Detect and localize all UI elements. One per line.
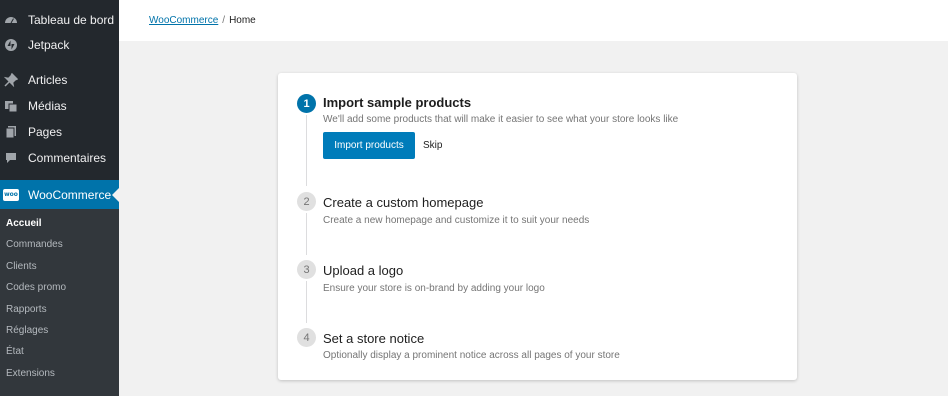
- sidebar-item-dashboard[interactable]: Tableau de bord: [0, 8, 119, 32]
- active-arrow: [112, 188, 119, 202]
- woocommerce-icon: woo: [3, 188, 19, 201]
- sidebar-item-label: Articles: [28, 73, 68, 87]
- submenu-item-etat[interactable]: État: [6, 346, 24, 357]
- sidebar-item-label: Commentaires: [28, 151, 107, 165]
- sidebar-item-label: Pages: [28, 125, 63, 139]
- step-title: Upload a logo: [323, 263, 404, 278]
- sidebar-item-jetpack[interactable]: Jetpack: [0, 33, 119, 57]
- header-bar: WooCommerce / Home: [119, 0, 948, 41]
- submenu-item-commandes[interactable]: Commandes: [6, 239, 63, 250]
- pin-icon: [4, 73, 18, 87]
- breadcrumb-link-woocommerce[interactable]: WooCommerce: [149, 15, 218, 26]
- submenu-item-accueil[interactable]: Accueil: [6, 218, 42, 229]
- sidebar-item-woocommerce[interactable]: woo WooCommerce: [0, 180, 119, 209]
- skip-button[interactable]: Skip: [423, 132, 442, 159]
- submenu-item-reglages[interactable]: Réglages: [6, 325, 48, 336]
- sidebar-item-comments[interactable]: Commentaires: [0, 146, 119, 170]
- sidebar-item-label: Jetpack: [28, 38, 70, 52]
- comments-icon: [4, 151, 18, 165]
- step-description: Optionally display a prominent notice ac…: [323, 350, 620, 361]
- pages-icon: [4, 125, 18, 139]
- step-description: We'll add some products that will make i…: [323, 114, 679, 125]
- breadcrumb-separator: /: [222, 15, 226, 26]
- breadcrumb: WooCommerce / Home: [149, 15, 256, 26]
- task-list-card: 1 Import sample products We'll add some …: [278, 73, 797, 380]
- step-number-badge: 1: [297, 94, 316, 113]
- woocommerce-submenu: Accueil Commandes Clients Codes promo Ra…: [0, 209, 119, 396]
- submenu-item-rapports[interactable]: Rapports: [6, 304, 47, 315]
- step-description: Create a new homepage and customize it t…: [323, 215, 590, 226]
- step-title: Set a store notice: [323, 331, 425, 346]
- submenu-item-extensions[interactable]: Extensions: [6, 368, 55, 379]
- step-connector: [306, 213, 307, 255]
- step-title: Create a custom homepage: [323, 195, 484, 210]
- step-description: Ensure your store is on-brand by adding …: [323, 283, 545, 294]
- submenu-item-clients[interactable]: Clients: [6, 261, 37, 272]
- breadcrumb-current: Home: [229, 15, 256, 26]
- admin-sidebar: Tableau de bord Jetpack Articles Médias …: [0, 0, 119, 396]
- step-connector: [306, 115, 307, 186]
- sidebar-item-label: Tableau de bord: [28, 13, 115, 27]
- sidebar-item-label: WooCommerce: [28, 187, 112, 202]
- step-number-badge: 2: [297, 192, 316, 211]
- step-number-badge: 3: [297, 260, 316, 279]
- jetpack-icon: [4, 38, 18, 52]
- submenu-item-codes-promo[interactable]: Codes promo: [6, 282, 66, 293]
- step-title: Import sample products: [323, 95, 472, 110]
- dashboard-icon: [4, 13, 18, 27]
- import-products-button[interactable]: Import products: [323, 132, 415, 159]
- media-icon: [4, 99, 18, 113]
- step-connector: [306, 281, 307, 323]
- sidebar-item-medias[interactable]: Médias: [0, 94, 119, 118]
- step-number-badge: 4: [297, 328, 316, 347]
- sidebar-item-label: Médias: [28, 99, 67, 113]
- sidebar-item-pages[interactable]: Pages: [0, 120, 119, 144]
- sidebar-item-articles[interactable]: Articles: [0, 68, 119, 92]
